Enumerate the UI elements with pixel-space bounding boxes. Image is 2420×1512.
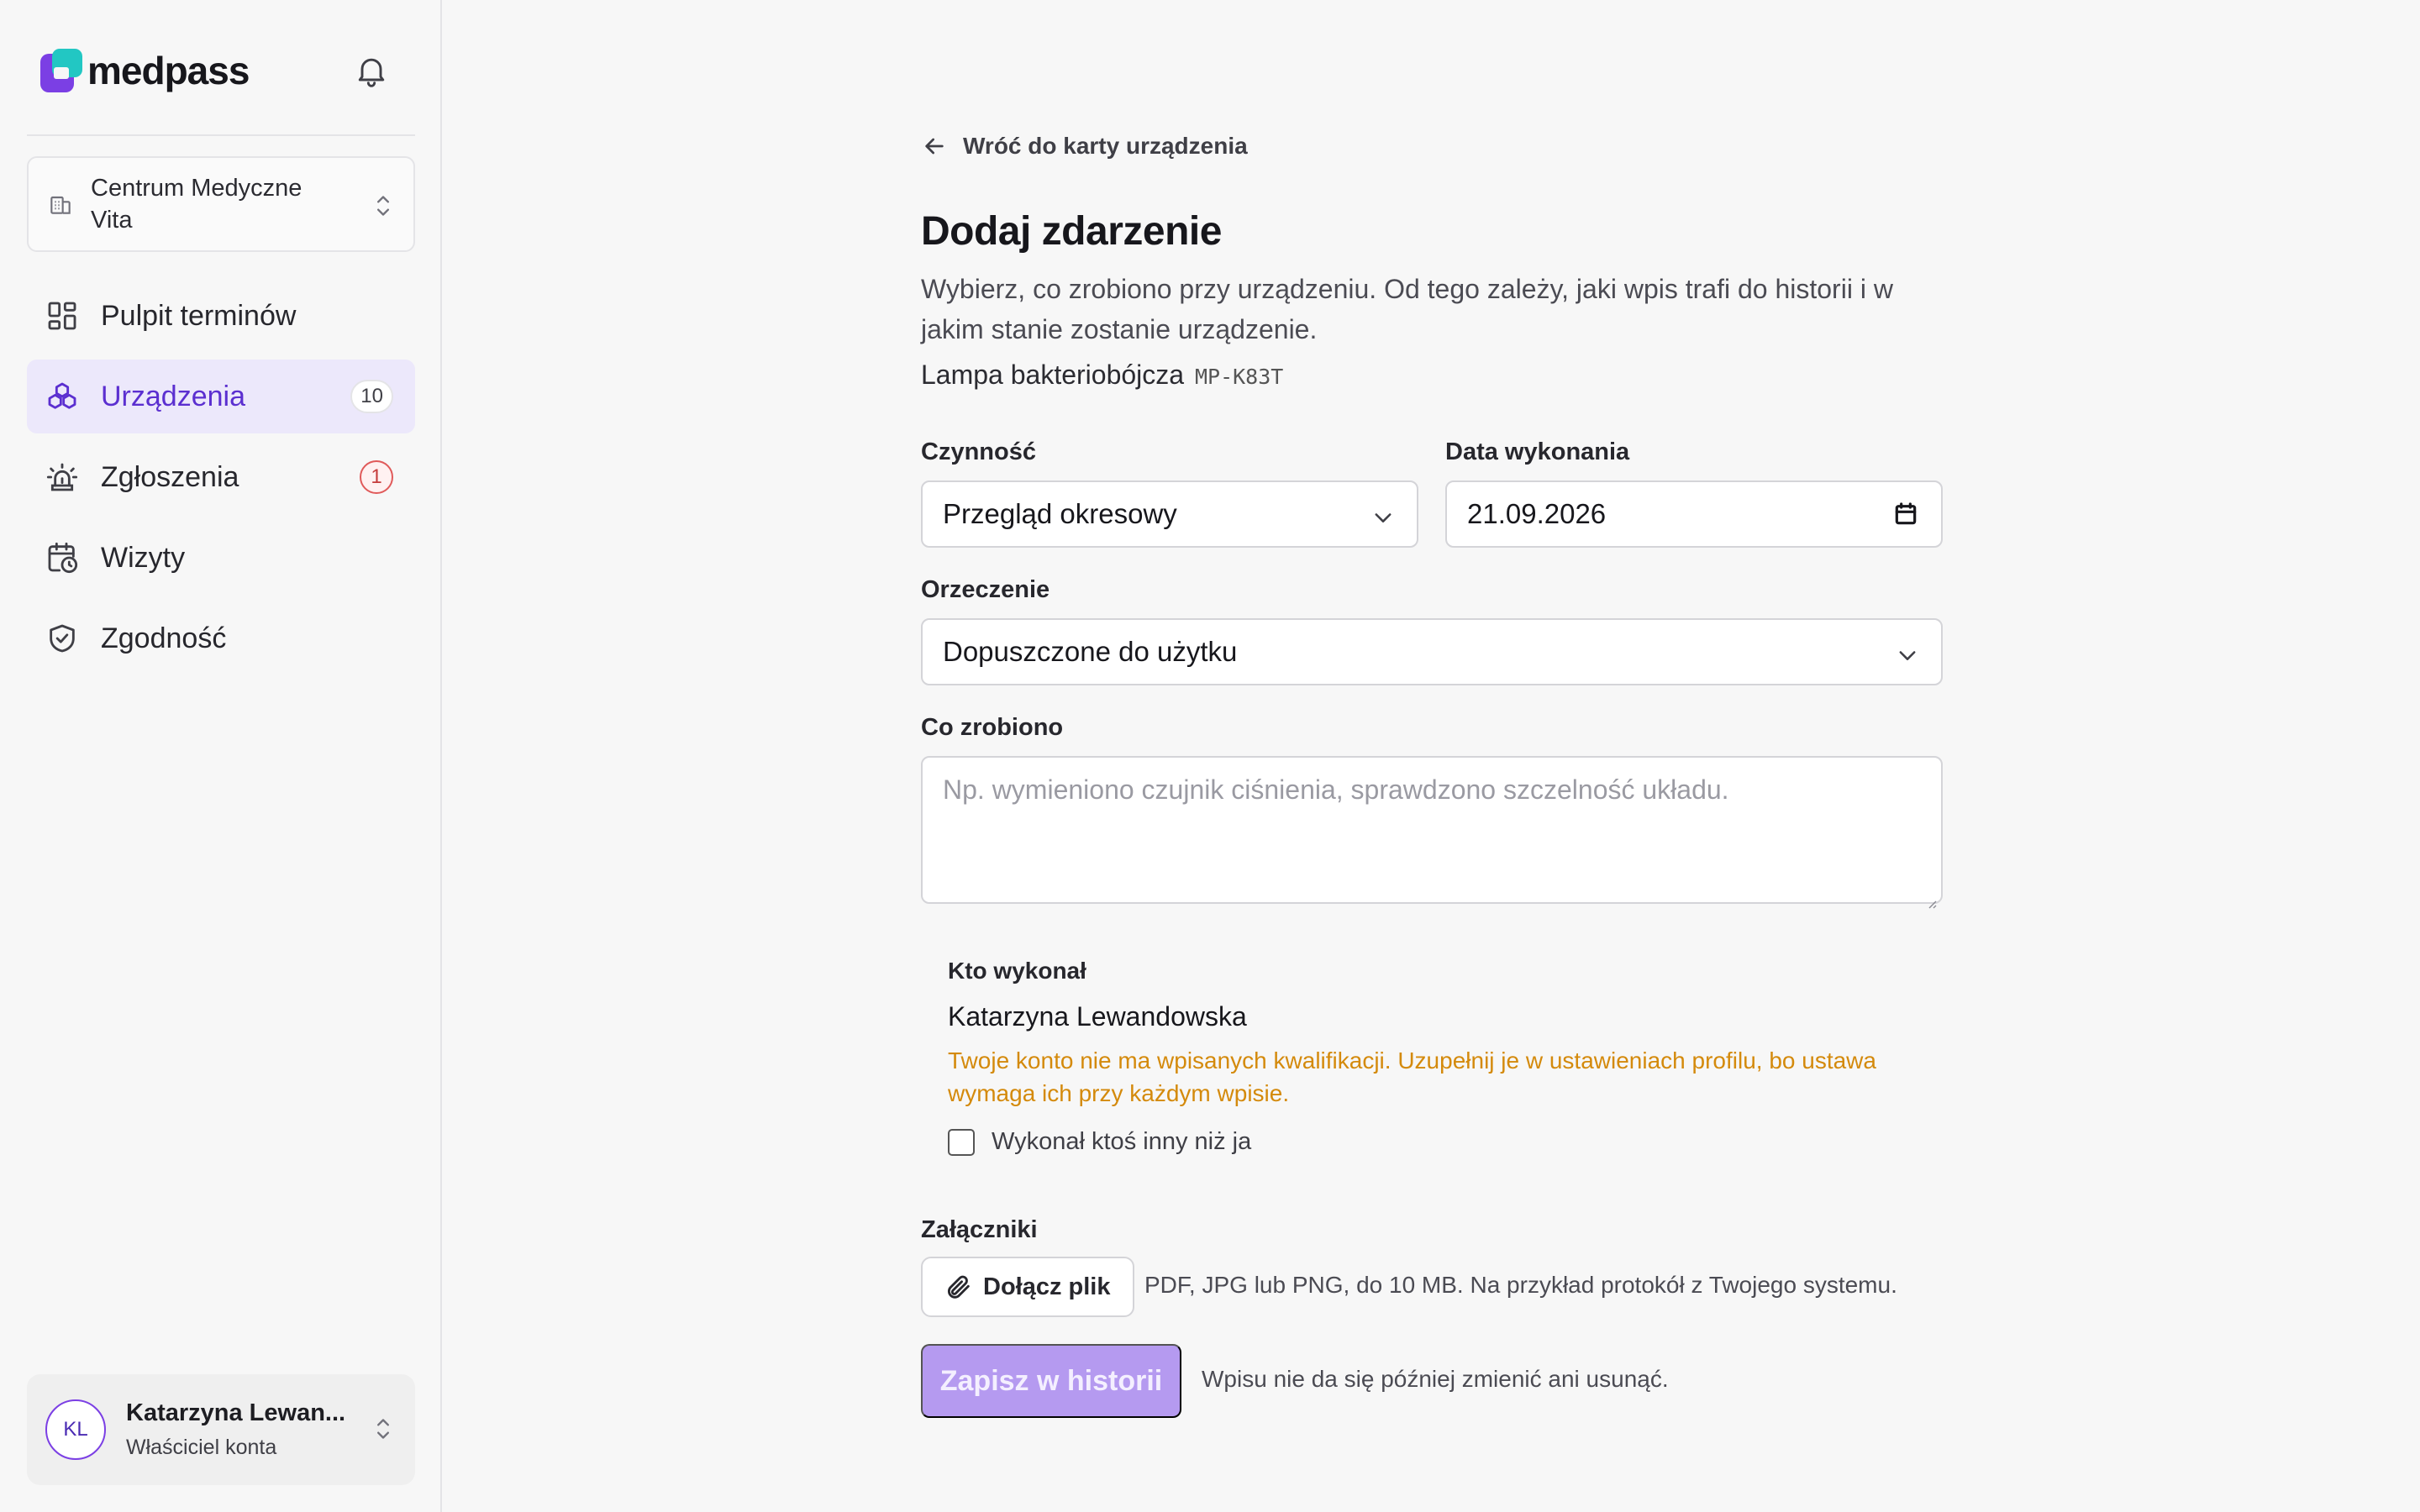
attachments-label: Załączniki xyxy=(921,1216,1038,1243)
chevron-down-icon xyxy=(1371,504,1395,528)
date-value: 21.09.2026 xyxy=(1467,498,1607,529)
sidebar-divider xyxy=(27,134,415,136)
sidebar-item-zgloszenia[interactable]: Zgłoszenia 1 xyxy=(27,440,415,514)
verdict-value: Dopuszczone do użytku xyxy=(943,636,1238,667)
sidebar-item-zgodnosc[interactable]: Zgodność xyxy=(27,601,415,675)
save-hint: Wpisu nie da się później zmienić ani usu… xyxy=(1202,1366,1669,1392)
brand-name: medpass xyxy=(87,49,250,92)
user-name: Katarzyna Lewan... xyxy=(126,1399,346,1426)
attachments-hint: PDF, JPG lub PNG, do 10 MB. Na przykład … xyxy=(1144,1272,1897,1298)
chevron-down-icon xyxy=(1896,642,1919,665)
device-name: Lampa bakteriobójcza xyxy=(921,360,1185,390)
arrow-left-icon xyxy=(925,138,944,155)
sidebar-item-label: Wizyty xyxy=(101,541,186,574)
sidebar-item-urzadzenia[interactable]: Urządzenia 10 xyxy=(27,360,415,433)
page-description: Wybierz, co zrobiono przy urządzeniu. Od… xyxy=(921,274,1893,344)
devices-icon xyxy=(45,380,79,413)
page-title: Dodaj zdarzenie xyxy=(921,209,1222,254)
sidebar: medpass Centrum Medyczne Vita Pulpit ter… xyxy=(0,0,442,1512)
performer-name: Katarzyna Lewandowska xyxy=(948,1001,1247,1032)
organization-name: Centrum Medyczne Vita xyxy=(91,175,302,234)
sidebar-item-label: Urządzenia xyxy=(101,380,245,412)
calendar-icon[interactable] xyxy=(1892,501,1919,528)
paperclip-icon xyxy=(947,1275,970,1299)
avatar: KL xyxy=(45,1399,106,1460)
attach-file-label: Dołącz plik xyxy=(983,1273,1111,1300)
activity-label: Czynność xyxy=(921,438,1036,465)
bell-icon[interactable] xyxy=(353,52,390,89)
performer-section: Kto wykonał Katarzyna Lewandowska Twoje … xyxy=(948,958,1943,1156)
other-performer-label: Wykonał ktoś inny niż ja xyxy=(992,1128,1252,1155)
chevron-up-down-icon xyxy=(371,192,395,220)
device-info: Lampa bakteriobójcza MP-K83T xyxy=(921,360,1283,391)
sidebar-item-pulpit[interactable]: Pulpit terminów xyxy=(27,279,415,353)
chevron-up-down-icon xyxy=(371,1415,395,1443)
medpass-logo-icon xyxy=(40,49,82,92)
alerts-count-badge: 1 xyxy=(360,460,393,494)
notes-placeholder: Np. wymieniono czujnik ciśnienia, sprawd… xyxy=(943,774,1729,805)
resize-handle-icon[interactable] xyxy=(1924,885,1938,909)
other-performer-checkbox[interactable] xyxy=(948,1128,975,1156)
devices-count-badge: 10 xyxy=(350,380,393,413)
user-menu[interactable]: KL Katarzyna Lewan... Właściciel konta xyxy=(27,1374,415,1485)
sidebar-item-label: Zgodność xyxy=(101,622,227,654)
notes-textarea[interactable]: Np. wymieniono czujnik ciśnienia, sprawd… xyxy=(921,756,1943,909)
sidebar-nav: Pulpit terminów Urządzenia 10 Zgłoszenia… xyxy=(27,279,415,682)
date-label: Data wykonania xyxy=(1445,438,1630,465)
activity-value: Przegląd okresowy xyxy=(943,498,1177,529)
dashboard-icon xyxy=(45,299,79,333)
activity-select[interactable]: Przegląd okresowy xyxy=(921,480,1418,548)
shield-check-icon xyxy=(45,622,79,655)
back-link-label: Wróć do karty urządzenia xyxy=(963,133,1248,159)
organization-switcher[interactable]: Centrum Medyczne Vita xyxy=(27,156,415,252)
building-icon xyxy=(47,191,74,218)
back-link[interactable]: Wróć do karty urządzenia xyxy=(921,133,1248,160)
other-performer-checkbox-row[interactable]: Wykonał ktoś inny niż ja xyxy=(948,1128,1943,1156)
performer-label: Kto wykonał xyxy=(948,958,1086,984)
brand-logo[interactable]: medpass xyxy=(40,47,250,94)
user-role: Właściciel konta xyxy=(126,1436,277,1459)
device-code: MP-K83T xyxy=(1194,365,1284,389)
save-to-history-button[interactable]: Zapisz w historii xyxy=(921,1344,1181,1418)
calendar-clock-icon xyxy=(45,541,79,575)
sidebar-item-wizyty[interactable]: Wizyty xyxy=(27,521,415,595)
date-input[interactable]: 21.09.2026 xyxy=(1445,480,1943,548)
verdict-label: Orzeczenie xyxy=(921,576,1050,603)
attach-file-button[interactable]: Dołącz plik xyxy=(921,1257,1134,1317)
notes-label: Co zrobiono xyxy=(921,714,1064,741)
qualifications-warning: Twoje konto nie ma wpisanych kwalifikacj… xyxy=(948,1047,1876,1106)
sidebar-item-label: Zgłoszenia xyxy=(101,460,239,493)
verdict-select[interactable]: Dopuszczone do użytku xyxy=(921,618,1943,685)
alarm-icon xyxy=(45,460,79,494)
sidebar-item-label: Pulpit terminów xyxy=(101,299,297,332)
